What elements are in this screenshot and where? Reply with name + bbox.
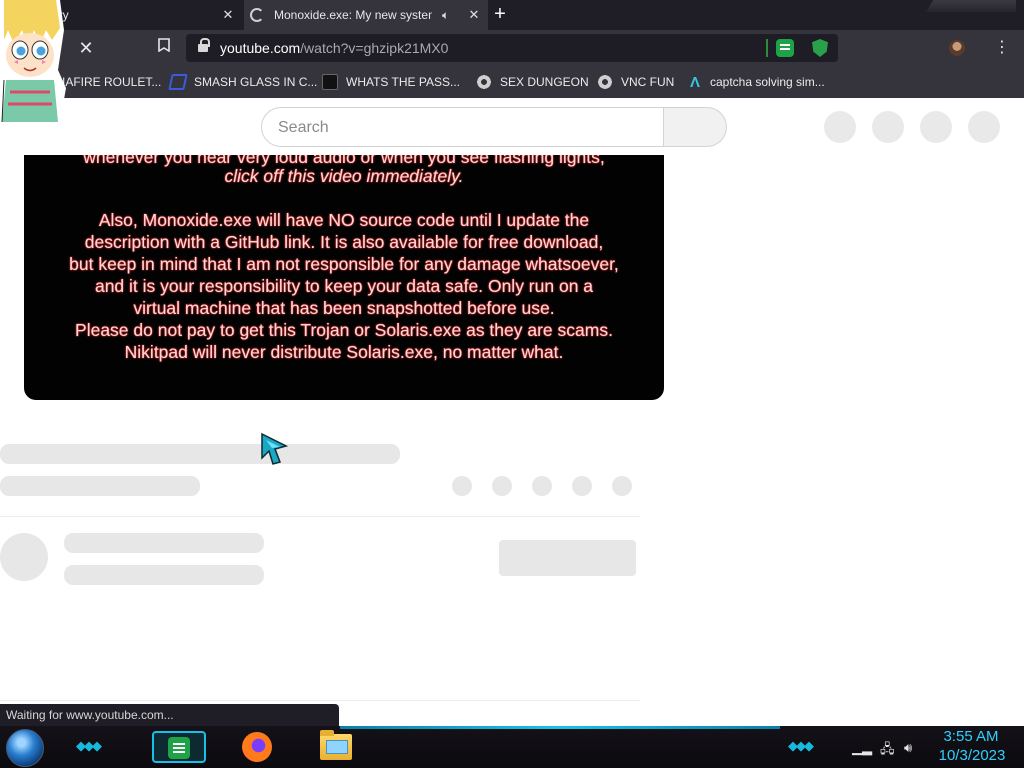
bookmark-item[interactable]: Λ captcha solving sim... (688, 73, 825, 91)
video-text-line: virtual machine that has been snapshotte… (133, 298, 555, 318)
video-text-line: Also, Monoxide.exe will have NO source c… (98, 210, 590, 230)
bookmark-item[interactable]: VNC FUN (597, 73, 674, 91)
bookmark-item[interactable]: SMASH GLASS IN C... (168, 73, 318, 91)
video-text-line: click off this video immediately. (224, 166, 464, 186)
header-placeholder-icon[interactable] (968, 111, 1000, 143)
loading-spinner-icon (250, 8, 264, 22)
video-text-line: and it is your responsibility to keep yo… (94, 276, 594, 296)
tab-label: Monoxide.exe: My new system (274, 8, 432, 22)
window-controls[interactable] (926, 0, 1016, 12)
chevron-decoration-icon: ◆◆◆ (788, 738, 814, 753)
bookmark-label: captcha solving sim... (710, 75, 825, 89)
tab-monoxide[interactable]: Monoxide.exe: My new system 🔈︎ ✕ (244, 0, 488, 30)
blue-logo-icon (168, 74, 188, 90)
bookmark-star-icon[interactable] (154, 38, 174, 58)
header-placeholder-icon[interactable] (920, 111, 952, 143)
bookmark-item[interactable]: SEX DUNGEON (476, 73, 589, 91)
channel-subs-skeleton (64, 565, 264, 585)
header-placeholder-icon[interactable] (824, 111, 856, 143)
action-skeleton (452, 476, 472, 496)
screen: istory ✕ Monoxide.exe: My new system 🔈︎ … (0, 0, 1024, 768)
profile-avatar[interactable] (949, 40, 965, 56)
action-skeleton (532, 476, 552, 496)
bookmark-label: VNC FUN (621, 75, 675, 89)
taskbar-file-explorer-icon[interactable] (320, 730, 352, 760)
tray-overflow-icon[interactable]: ▁▂ (852, 740, 872, 756)
action-skeleton (492, 476, 512, 496)
a-logo-icon: Λ (689, 73, 700, 91)
bookmark-label: SMASH GLASS IN C... (194, 75, 318, 89)
speaker-icon[interactable]: 🔈︎ (442, 8, 449, 23)
bookmark-label: IAFIRE ROULET... (62, 75, 162, 89)
views-skeleton (0, 476, 200, 496)
url-text[interactable]: youtube.com/watch?v=ghzipk21MX0 (220, 40, 448, 56)
clock-time[interactable]: 3:55 AM (936, 728, 1006, 745)
channel-name-skeleton (64, 533, 264, 553)
action-skeleton (572, 476, 592, 496)
header-placeholder-icon[interactable] (872, 111, 904, 143)
taskbar-notes-app[interactable] (152, 731, 206, 763)
divider (0, 700, 640, 701)
bookmark-item[interactable]: IAFIRE ROULET... (62, 73, 161, 91)
dark-logo-icon (322, 74, 338, 90)
action-skeleton (612, 476, 632, 496)
notes-extension-icon[interactable] (776, 39, 794, 57)
tab-bar: istory ✕ Monoxide.exe: My new system 🔈︎ … (0, 0, 1024, 30)
title-skeleton (0, 444, 400, 464)
browser-menu-icon[interactable]: ⋮ (994, 38, 1010, 58)
cartoon-character-sticker (0, 0, 66, 122)
video-player[interactable]: whenever you hear very loud audio or whe… (24, 155, 664, 400)
close-icon[interactable]: ✕ (466, 7, 482, 23)
gear-icon (476, 74, 492, 90)
search-button[interactable] (663, 107, 727, 147)
video-text-line: Nikitpad will never distribute Solaris.e… (124, 342, 564, 362)
bookmark-item[interactable]: WHATS THE PASS... (322, 73, 460, 91)
taskbar-firefox-icon[interactable] (242, 732, 272, 762)
address-bar[interactable]: youtube.com/watch?v=ghzipk21MX0 (186, 34, 838, 62)
channel-avatar-skeleton (0, 533, 48, 581)
notes-app-icon (168, 737, 190, 759)
video-text-line: Please do not pay to get this Trojan or … (75, 320, 613, 340)
video-text-line: description with a GitHub link. It is al… (84, 232, 604, 252)
shield-extension-icon[interactable] (812, 39, 828, 57)
network-icon[interactable]: 🖧︎ (880, 740, 895, 762)
taskbar-accent (340, 726, 780, 729)
bookmarks-bar: IAFIRE ROULET... SMASH GLASS IN C... WHA… (0, 66, 1024, 98)
close-icon[interactable]: ✕ (220, 7, 236, 23)
subscribe-skeleton (499, 540, 636, 576)
search-input[interactable]: Search (261, 107, 664, 147)
status-bar: Waiting for www.youtube.com... (0, 704, 339, 726)
lock-icon[interactable] (198, 38, 210, 54)
start-button[interactable] (6, 729, 44, 767)
bookmark-label: WHATS THE PASS... (346, 75, 461, 89)
gear-icon (597, 74, 613, 90)
separator (766, 39, 768, 57)
mouse-cursor-icon (261, 432, 288, 465)
divider (0, 516, 640, 517)
chevron-decoration-icon: ◆◆◆ (76, 738, 102, 753)
bookmark-label: SEX DUNGEON (500, 75, 589, 89)
stop-loading-icon[interactable]: ✕ (76, 38, 96, 58)
clock-date[interactable]: 10/3/2023 (930, 747, 1014, 764)
volume-icon[interactable]: 🔊︎ (904, 740, 912, 756)
new-tab-button[interactable]: + (489, 4, 511, 26)
video-text-line: but keep in mind that I am not responsib… (69, 254, 619, 274)
